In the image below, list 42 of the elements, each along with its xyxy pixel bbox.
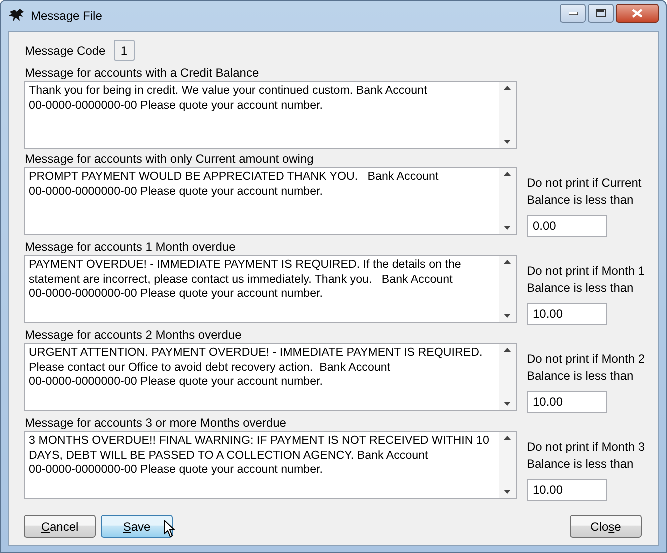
maximize-icon	[596, 9, 606, 17]
scroll-down-icon[interactable]	[504, 402, 511, 406]
close-icon	[632, 8, 643, 18]
scroll-down-icon[interactable]	[504, 314, 511, 318]
message-code-label: Message Code	[25, 44, 106, 58]
scroll-up-icon[interactable]	[504, 172, 511, 176]
window-title: Message File	[31, 9, 102, 23]
minimize-button[interactable]	[560, 4, 586, 22]
scroll-down-icon[interactable]	[504, 226, 511, 230]
message-text-area[interactable]: 3 MONTHS OVERDUE!! FINAL WARNING: IF PAYMENT IS NOT RECEIVED WITHIN 10 DAYS, DEBT WILL BE PASSED TO A COLLECTION AGENCY. Bank Account 00-0000-0000000-00 Please quote your account number.	[24, 431, 517, 499]
section-label: Message for accounts with only Current amount owing	[25, 151, 315, 167]
section-label: Message for accounts with a Credit Balance	[25, 65, 260, 81]
message-code-field[interactable]: 1	[114, 40, 135, 61]
scroll-up-icon[interactable]	[504, 436, 511, 440]
close-window-button[interactable]	[616, 4, 659, 22]
threshold-field[interactable]: 10.00	[527, 303, 607, 325]
scroll-up-icon[interactable]	[504, 260, 511, 264]
scroll-down-icon[interactable]	[504, 140, 511, 144]
section-label: Message for accounts 3 or more Months overdue	[25, 415, 288, 431]
scroll-down-icon[interactable]	[504, 490, 511, 494]
maximize-button[interactable]	[588, 4, 614, 22]
dialog-button[interactable]: Save	[101, 515, 173, 538]
message-text-area[interactable]: PAYMENT OVERDUE! - IMMEDIATE PAYMENT IS REQUIRED. If the details on the statement are incorrect, please contact us immediately. Thank you. Bank Account 00-0000-0000000-00 Please quote your account number.	[24, 255, 517, 323]
threshold-field[interactable]: 10.00	[527, 479, 607, 501]
message-text-area[interactable]: URGENT ATTENTION. PAYMENT OVERDUE! - IMMEDIATE PAYMENT IS REQUIRED. Please contact our Office to avoid debt recovery action. Bank Account 00-0000-0000000-00 Please quote your account number.	[24, 343, 517, 411]
app-icon	[9, 9, 25, 23]
threshold-label: Do not print if Current Balance is less than	[527, 175, 643, 209]
dialog-button[interactable]: Close	[570, 515, 642, 538]
message-text-area[interactable]: PROMPT PAYMENT WOULD BE APPRECIATED THANK YOU. Bank Account 00-0000-0000000-00 Please quote your account number.	[24, 167, 517, 235]
threshold-field[interactable]: 10.00	[527, 391, 607, 413]
scroll-up-icon[interactable]	[504, 348, 511, 352]
threshold-label: Do not print if Month 1 Balance is less than	[527, 263, 646, 297]
scroll-up-icon[interactable]	[504, 86, 511, 90]
section-label: Message for accounts 1 Month overdue	[25, 239, 237, 255]
minimize-icon	[568, 12, 578, 14]
message-text-area[interactable]: Thank you for being in credit. We value your continued custom. Bank Account 00-0000-0000000-00 Please quote your account number.	[24, 81, 517, 149]
threshold-field[interactable]: 0.00	[527, 215, 607, 237]
threshold-label: Do not print if Month 2 Balance is less than	[527, 351, 646, 385]
threshold-label: Do not print if Month 3 Balance is less than	[527, 439, 646, 473]
dialog-button[interactable]: Cancel	[24, 515, 96, 538]
mouse-pointer-icon	[164, 520, 175, 538]
section-label: Message for accounts 2 Months overdue	[25, 327, 243, 343]
